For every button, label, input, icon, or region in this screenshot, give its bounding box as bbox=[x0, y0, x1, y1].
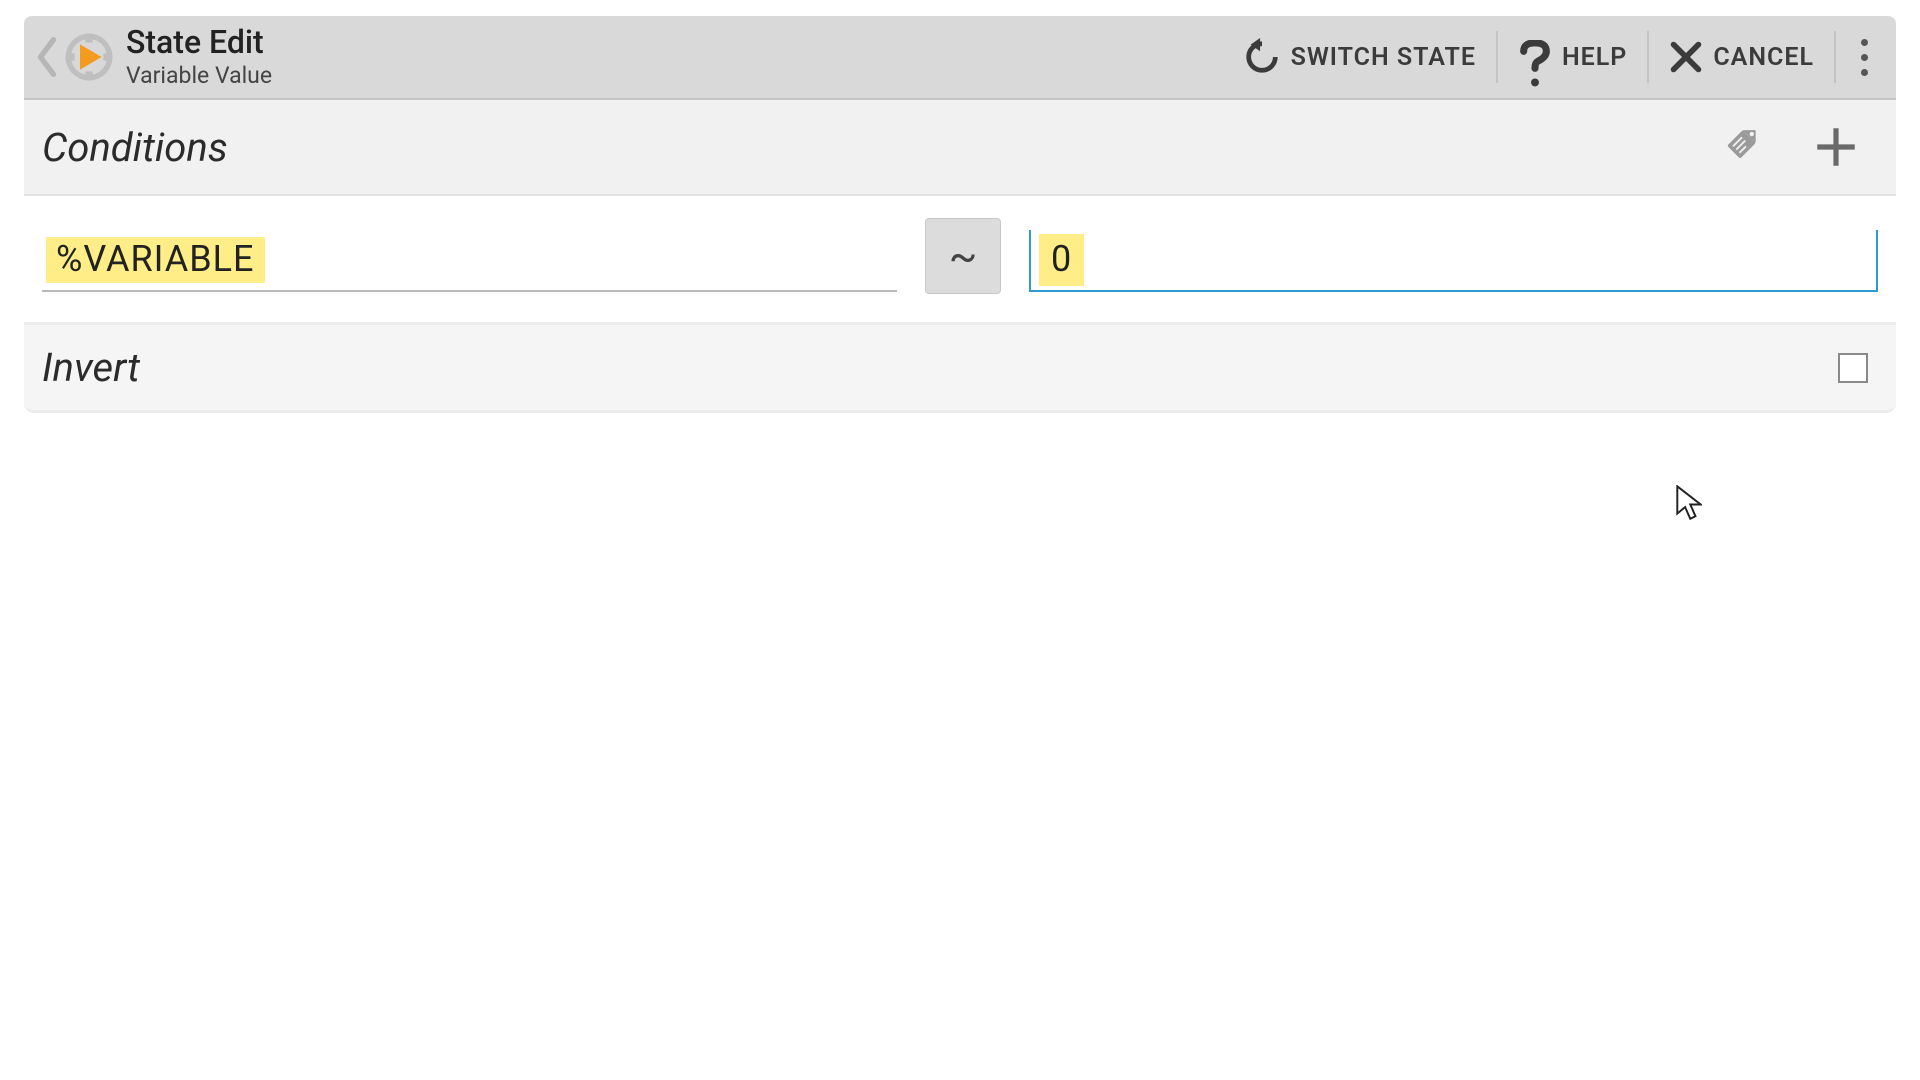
separator bbox=[1834, 31, 1836, 83]
close-icon bbox=[1669, 40, 1703, 74]
overflow-menu-button[interactable] bbox=[1842, 27, 1886, 87]
switch-state-button[interactable]: SWITCH STATE bbox=[1223, 15, 1496, 99]
invert-row: Invert bbox=[24, 325, 1896, 413]
switch-state-label: SWITCH STATE bbox=[1291, 43, 1476, 72]
refresh-icon bbox=[1243, 38, 1281, 76]
condition-row: %VARIABLE ~ 0 bbox=[24, 196, 1896, 325]
back-icon[interactable] bbox=[34, 34, 60, 80]
conditions-section-header: Conditions bbox=[24, 100, 1896, 196]
variable-value-input[interactable]: 0 bbox=[1029, 230, 1878, 292]
cancel-label: CANCEL bbox=[1713, 43, 1814, 72]
variable-tag-button[interactable] bbox=[1708, 111, 1780, 183]
invert-checkbox[interactable] bbox=[1838, 353, 1868, 383]
operator-button[interactable]: ~ bbox=[925, 218, 1001, 294]
conditions-title: Conditions bbox=[42, 124, 228, 171]
tasker-gear-icon bbox=[62, 30, 116, 84]
help-label: HELP bbox=[1562, 43, 1627, 72]
header-titles: State Edit Variable Value bbox=[126, 26, 272, 88]
help-button[interactable]: HELP bbox=[1498, 15, 1647, 99]
page-title: State Edit bbox=[126, 26, 272, 60]
value-chip: 0 bbox=[1039, 234, 1084, 286]
cancel-button[interactable]: CANCEL bbox=[1649, 15, 1834, 99]
variable-chip: %VARIABLE bbox=[46, 237, 265, 283]
question-icon bbox=[1518, 40, 1552, 74]
variable-name-input[interactable]: %VARIABLE bbox=[42, 230, 897, 292]
app-root: State Edit Variable Value SWITCH STATE H… bbox=[0, 0, 1920, 1080]
invert-title: Invert bbox=[42, 344, 140, 391]
conditions-actions bbox=[1708, 111, 1872, 183]
toolbar: State Edit Variable Value SWITCH STATE H… bbox=[24, 16, 1896, 100]
add-condition-button[interactable] bbox=[1800, 111, 1872, 183]
page-subtitle: Variable Value bbox=[126, 64, 272, 88]
